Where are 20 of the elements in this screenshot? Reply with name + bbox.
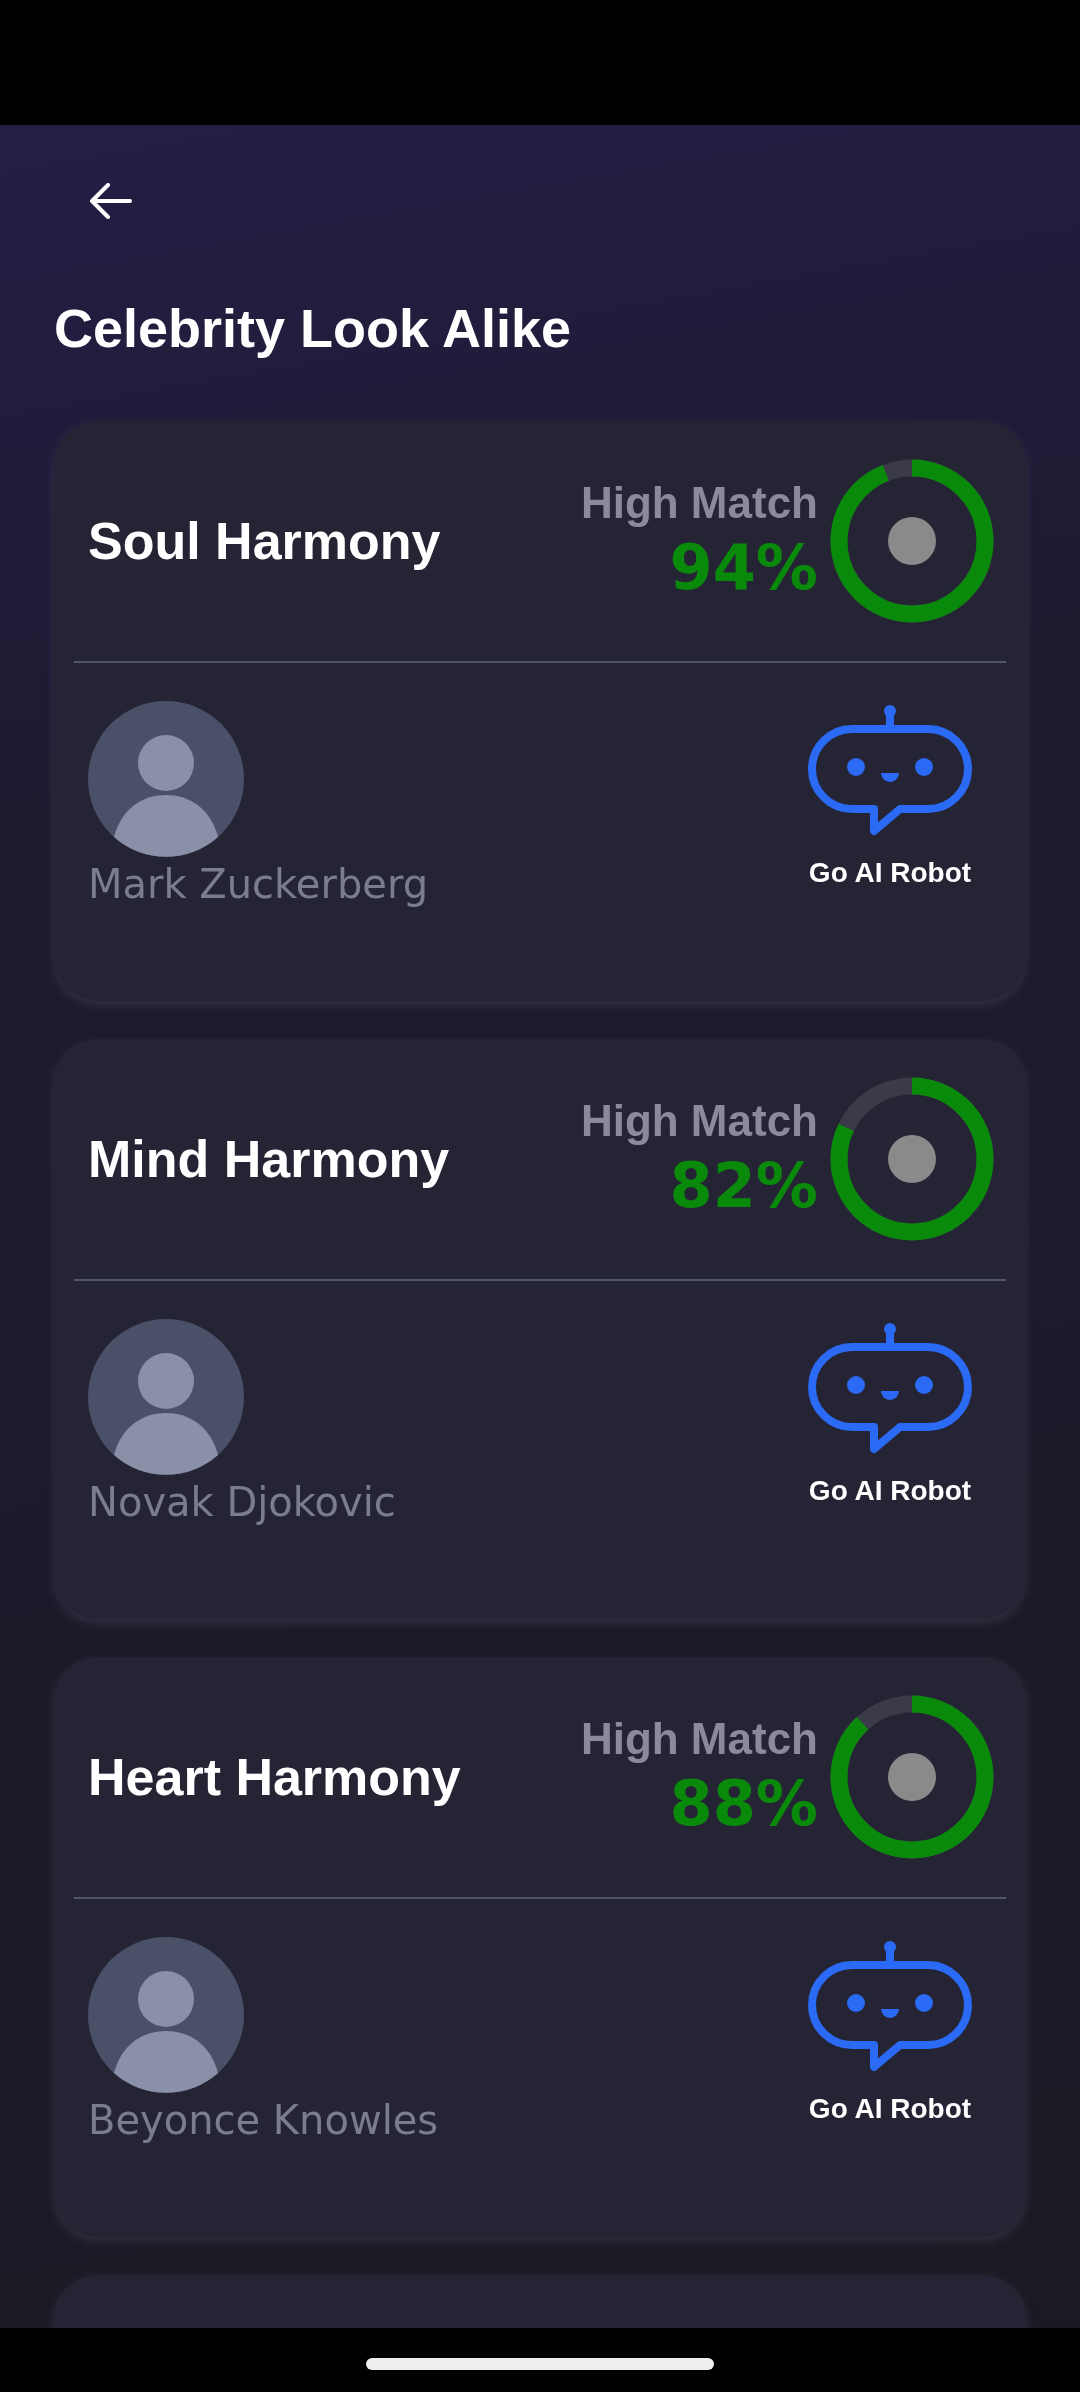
match-label: High Match bbox=[580, 1095, 818, 1147]
match-percent: 88% bbox=[669, 1766, 818, 1842]
match-percent: 94% bbox=[669, 530, 818, 606]
match-card[interactable]: Heart Harmony High Match 88% Beyonce Knowles Go AI Robot bbox=[54, 1657, 1026, 2237]
match-title: Mind Harmony bbox=[87, 1129, 451, 1189]
match-percent: 82% bbox=[669, 1148, 818, 1224]
celebrity-name: Beyonce Knowles bbox=[88, 2097, 439, 2143]
celebrity-name: Mark Zuckerberg bbox=[88, 861, 429, 907]
go-ai-robot-button[interactable]: Go AI Robot bbox=[808, 1937, 972, 2143]
match-label: High Match bbox=[580, 477, 818, 529]
match-title: Heart Harmony bbox=[87, 1747, 462, 1807]
page-title: Celebrity Look Alike bbox=[54, 297, 573, 360]
match-card[interactable]: Soul Harmony High Match 94% Mark Zuckerberg Go AI Robot bbox=[54, 421, 1026, 1001]
celebrity-name: Novak Djokovic bbox=[88, 1479, 396, 1525]
match-label: High Match bbox=[580, 1713, 818, 1765]
back-arrow-icon[interactable] bbox=[88, 183, 132, 219]
go-ai-robot-button[interactable]: Go AI Robot bbox=[808, 1319, 972, 1525]
match-title: Soul Harmony bbox=[87, 511, 442, 571]
go-ai-robot-button[interactable]: Go AI Robot bbox=[808, 701, 972, 907]
match-card[interactable]: Mind Harmony High Match 82% Novak Djokovic Go AI Robot bbox=[54, 1039, 1026, 1619]
